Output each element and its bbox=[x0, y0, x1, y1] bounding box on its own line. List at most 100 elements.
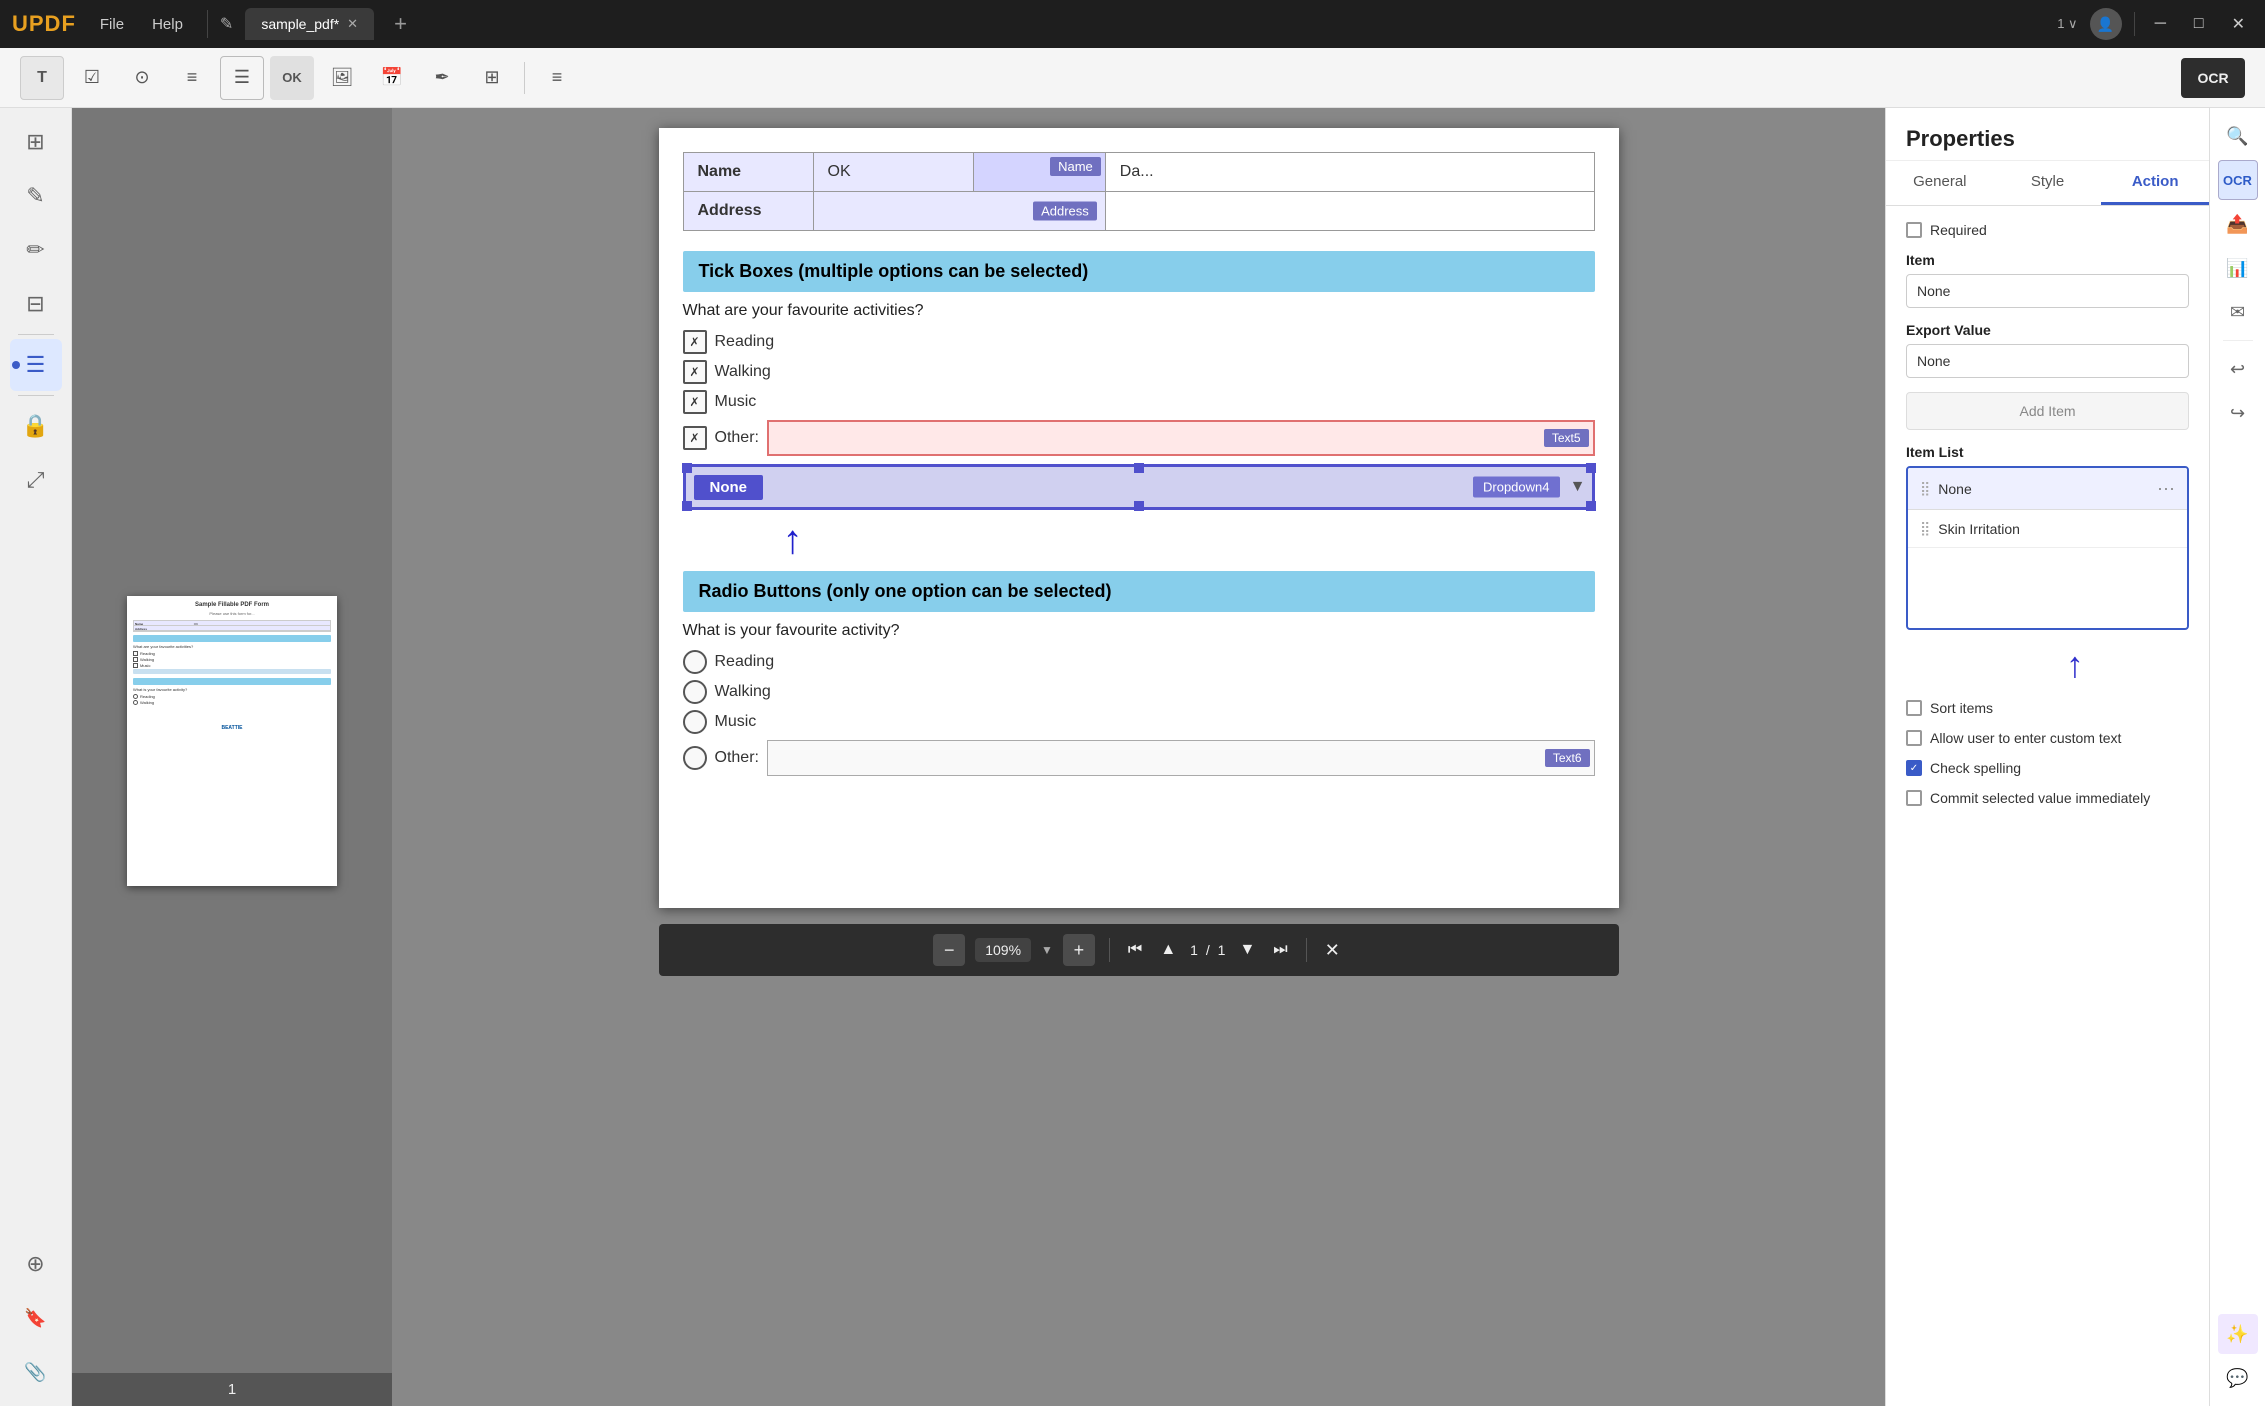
tool-image[interactable]: 🖼 bbox=[320, 56, 364, 100]
tab-style[interactable]: Style bbox=[1994, 161, 2102, 205]
nav-first-button[interactable]: ⏮ bbox=[1124, 937, 1146, 963]
radio-buttons-header: Radio Buttons (only one option can be se… bbox=[683, 571, 1595, 612]
sidebar-item-attachment[interactable]: 📎 bbox=[10, 1346, 62, 1398]
chat-icon[interactable]: 💬 bbox=[2218, 1358, 2258, 1398]
checkbox-reading[interactable]: ✗ bbox=[683, 330, 707, 354]
allow-custom-checkbox[interactable] bbox=[1906, 730, 1922, 746]
nav-prev-button[interactable]: ▲ bbox=[1156, 937, 1180, 963]
option-music[interactable]: ✗ Music bbox=[683, 390, 1595, 414]
export-value-input[interactable] bbox=[1906, 344, 2189, 378]
check-spelling-checkbox[interactable]: ✓ bbox=[1906, 760, 1922, 776]
dropdown-arrow-icon[interactable]: ▼ bbox=[1570, 478, 1586, 496]
required-checkbox[interactable] bbox=[1906, 222, 1922, 238]
option-other-row: ✗ Other: Text5 bbox=[683, 420, 1595, 456]
tool-signature[interactable]: ✒ bbox=[420, 56, 464, 100]
pdf-thumbnail[interactable]: Sample Fillable PDF Form Please use this… bbox=[127, 596, 337, 886]
tab-general[interactable]: General bbox=[1886, 161, 1994, 205]
tab-close-icon[interactable]: ✕ bbox=[347, 16, 358, 32]
option-label-other: Other: bbox=[715, 429, 759, 447]
sidebar-item-convert[interactable]: ⤢ bbox=[10, 454, 62, 506]
radio-music[interactable]: Music bbox=[683, 710, 1595, 734]
tool-listbox[interactable]: ≡ bbox=[170, 56, 214, 100]
item-skin-drag-icon: ⣿ bbox=[1920, 520, 1930, 537]
tool-grid[interactable]: ⊞ bbox=[470, 56, 514, 100]
sort-items-row[interactable]: Sort items bbox=[1906, 700, 2189, 716]
check-spelling-label: Check spelling bbox=[1930, 760, 2021, 776]
tab-add-button[interactable]: + bbox=[386, 11, 415, 37]
zoom-plus-button[interactable]: + bbox=[1063, 934, 1095, 966]
add-item-button[interactable]: Add Item bbox=[1906, 392, 2189, 430]
zoom-minus-button[interactable]: − bbox=[933, 934, 965, 966]
pdf-viewer[interactable]: Name OK Name Da... Address Address bbox=[392, 108, 1885, 1406]
checkbox-music[interactable]: ✗ bbox=[683, 390, 707, 414]
user-avatar[interactable]: 👤 bbox=[2090, 8, 2122, 40]
close-button[interactable]: ✕ bbox=[2224, 10, 2253, 38]
allow-custom-row[interactable]: Allow user to enter custom text bbox=[1906, 730, 2189, 746]
ocr-panel-icon[interactable]: OCR bbox=[2218, 160, 2258, 200]
tool-align[interactable]: ≡ bbox=[535, 56, 579, 100]
zoom-close-button[interactable]: ✕ bbox=[1321, 936, 1344, 965]
checkbox-other[interactable]: ✗ bbox=[683, 426, 707, 450]
commit-row[interactable]: Commit selected value immediately bbox=[1906, 790, 2189, 806]
nav-next-button[interactable]: ▼ bbox=[1235, 937, 1259, 963]
tool-combobox[interactable]: ☰ bbox=[220, 56, 264, 100]
ocr-button[interactable]: OCR bbox=[2181, 58, 2245, 98]
form-field-address[interactable]: Address bbox=[813, 192, 1105, 231]
menu-file[interactable]: File bbox=[88, 12, 136, 37]
tool-text-field[interactable]: T bbox=[20, 56, 64, 100]
search-icon[interactable]: 🔍 bbox=[2218, 116, 2258, 156]
menu-help[interactable]: Help bbox=[140, 12, 195, 37]
email-icon[interactable]: ✉ bbox=[2218, 292, 2258, 332]
option-walking[interactable]: ✗ Walking bbox=[683, 360, 1595, 384]
sidebar-item-forms[interactable]: ☰ bbox=[10, 339, 62, 391]
text-field-other[interactable]: Text5 bbox=[767, 420, 1595, 456]
radio-icon-music[interactable] bbox=[683, 710, 707, 734]
tool-date[interactable]: 📅 bbox=[370, 56, 414, 100]
minimize-button[interactable]: ─ bbox=[2147, 11, 2174, 37]
arrow-annotation: ↑ bbox=[783, 518, 1595, 563]
radio-icon-reading[interactable] bbox=[683, 650, 707, 674]
sidebar-item-pages[interactable]: ⊞ bbox=[10, 116, 62, 168]
item-more-icon[interactable]: ··· bbox=[2157, 478, 2175, 499]
tab-action[interactable]: Action bbox=[2101, 161, 2209, 205]
commit-checkbox[interactable] bbox=[1906, 790, 1922, 806]
sidebar-item-protect[interactable]: 🔒 bbox=[10, 400, 62, 452]
dropdown-wrapper[interactable]: None Dropdown4 ▼ bbox=[683, 464, 1595, 510]
sidebar-item-bookmark[interactable]: 🔖 bbox=[10, 1292, 62, 1344]
item-list-item-none[interactable]: ⣿ None ··· bbox=[1908, 468, 2187, 510]
item-list-item-skin[interactable]: ⣿ Skin Irritation bbox=[1908, 510, 2187, 548]
ai-icon[interactable]: ✨ bbox=[2218, 1314, 2258, 1354]
undo-icon[interactable]: ↩ bbox=[2218, 349, 2258, 389]
sidebar-item-annotate[interactable]: ✎ bbox=[10, 170, 62, 222]
radio-icon-walking[interactable] bbox=[683, 680, 707, 704]
sidebar-item-edit[interactable]: ✏ bbox=[10, 224, 62, 276]
zoom-dropdown-icon[interactable]: ▼ bbox=[1041, 943, 1053, 957]
option-reading[interactable]: ✗ Reading bbox=[683, 330, 1595, 354]
sidebar-sep-1 bbox=[18, 334, 54, 335]
radio-other-row: Other: Text6 bbox=[683, 740, 1595, 776]
radio-walking[interactable]: Walking bbox=[683, 680, 1595, 704]
radio-reading[interactable]: Reading bbox=[683, 650, 1595, 674]
radio-icon-other[interactable] bbox=[683, 746, 707, 770]
check-spelling-row[interactable]: ✓ Check spelling bbox=[1906, 760, 2189, 776]
tool-ok-button[interactable]: OK bbox=[270, 56, 314, 100]
sidebar-item-layers[interactable]: ⊕ bbox=[10, 1238, 62, 1290]
redo-icon[interactable]: ↪ bbox=[2218, 393, 2258, 433]
sidebar-item-organize[interactable]: ⊟ bbox=[10, 278, 62, 330]
checkbox-walking[interactable]: ✗ bbox=[683, 360, 707, 384]
sort-items-checkbox[interactable] bbox=[1906, 700, 1922, 716]
maximize-button[interactable]: □ bbox=[2186, 11, 2212, 37]
dropdown-tag: Dropdown4 bbox=[1473, 477, 1560, 498]
item-input[interactable] bbox=[1906, 274, 2189, 308]
required-row[interactable]: Required bbox=[1906, 222, 2189, 238]
export-icon[interactable]: 📊 bbox=[2218, 248, 2258, 288]
zoom-value: 109% bbox=[975, 938, 1031, 962]
tool-checkbox[interactable]: ☑ bbox=[70, 56, 114, 100]
upload-icon[interactable]: 📤 bbox=[2218, 204, 2258, 244]
tab-active[interactable]: sample_pdf* ✕ bbox=[245, 8, 374, 40]
form-field-name[interactable]: OK bbox=[813, 153, 973, 192]
nav-last-button[interactable]: ⏭ bbox=[1269, 937, 1291, 963]
tab-label: sample_pdf* bbox=[261, 16, 339, 32]
text-field-radio-other[interactable]: Text6 bbox=[767, 740, 1595, 776]
tool-radio[interactable]: ⊙ bbox=[120, 56, 164, 100]
